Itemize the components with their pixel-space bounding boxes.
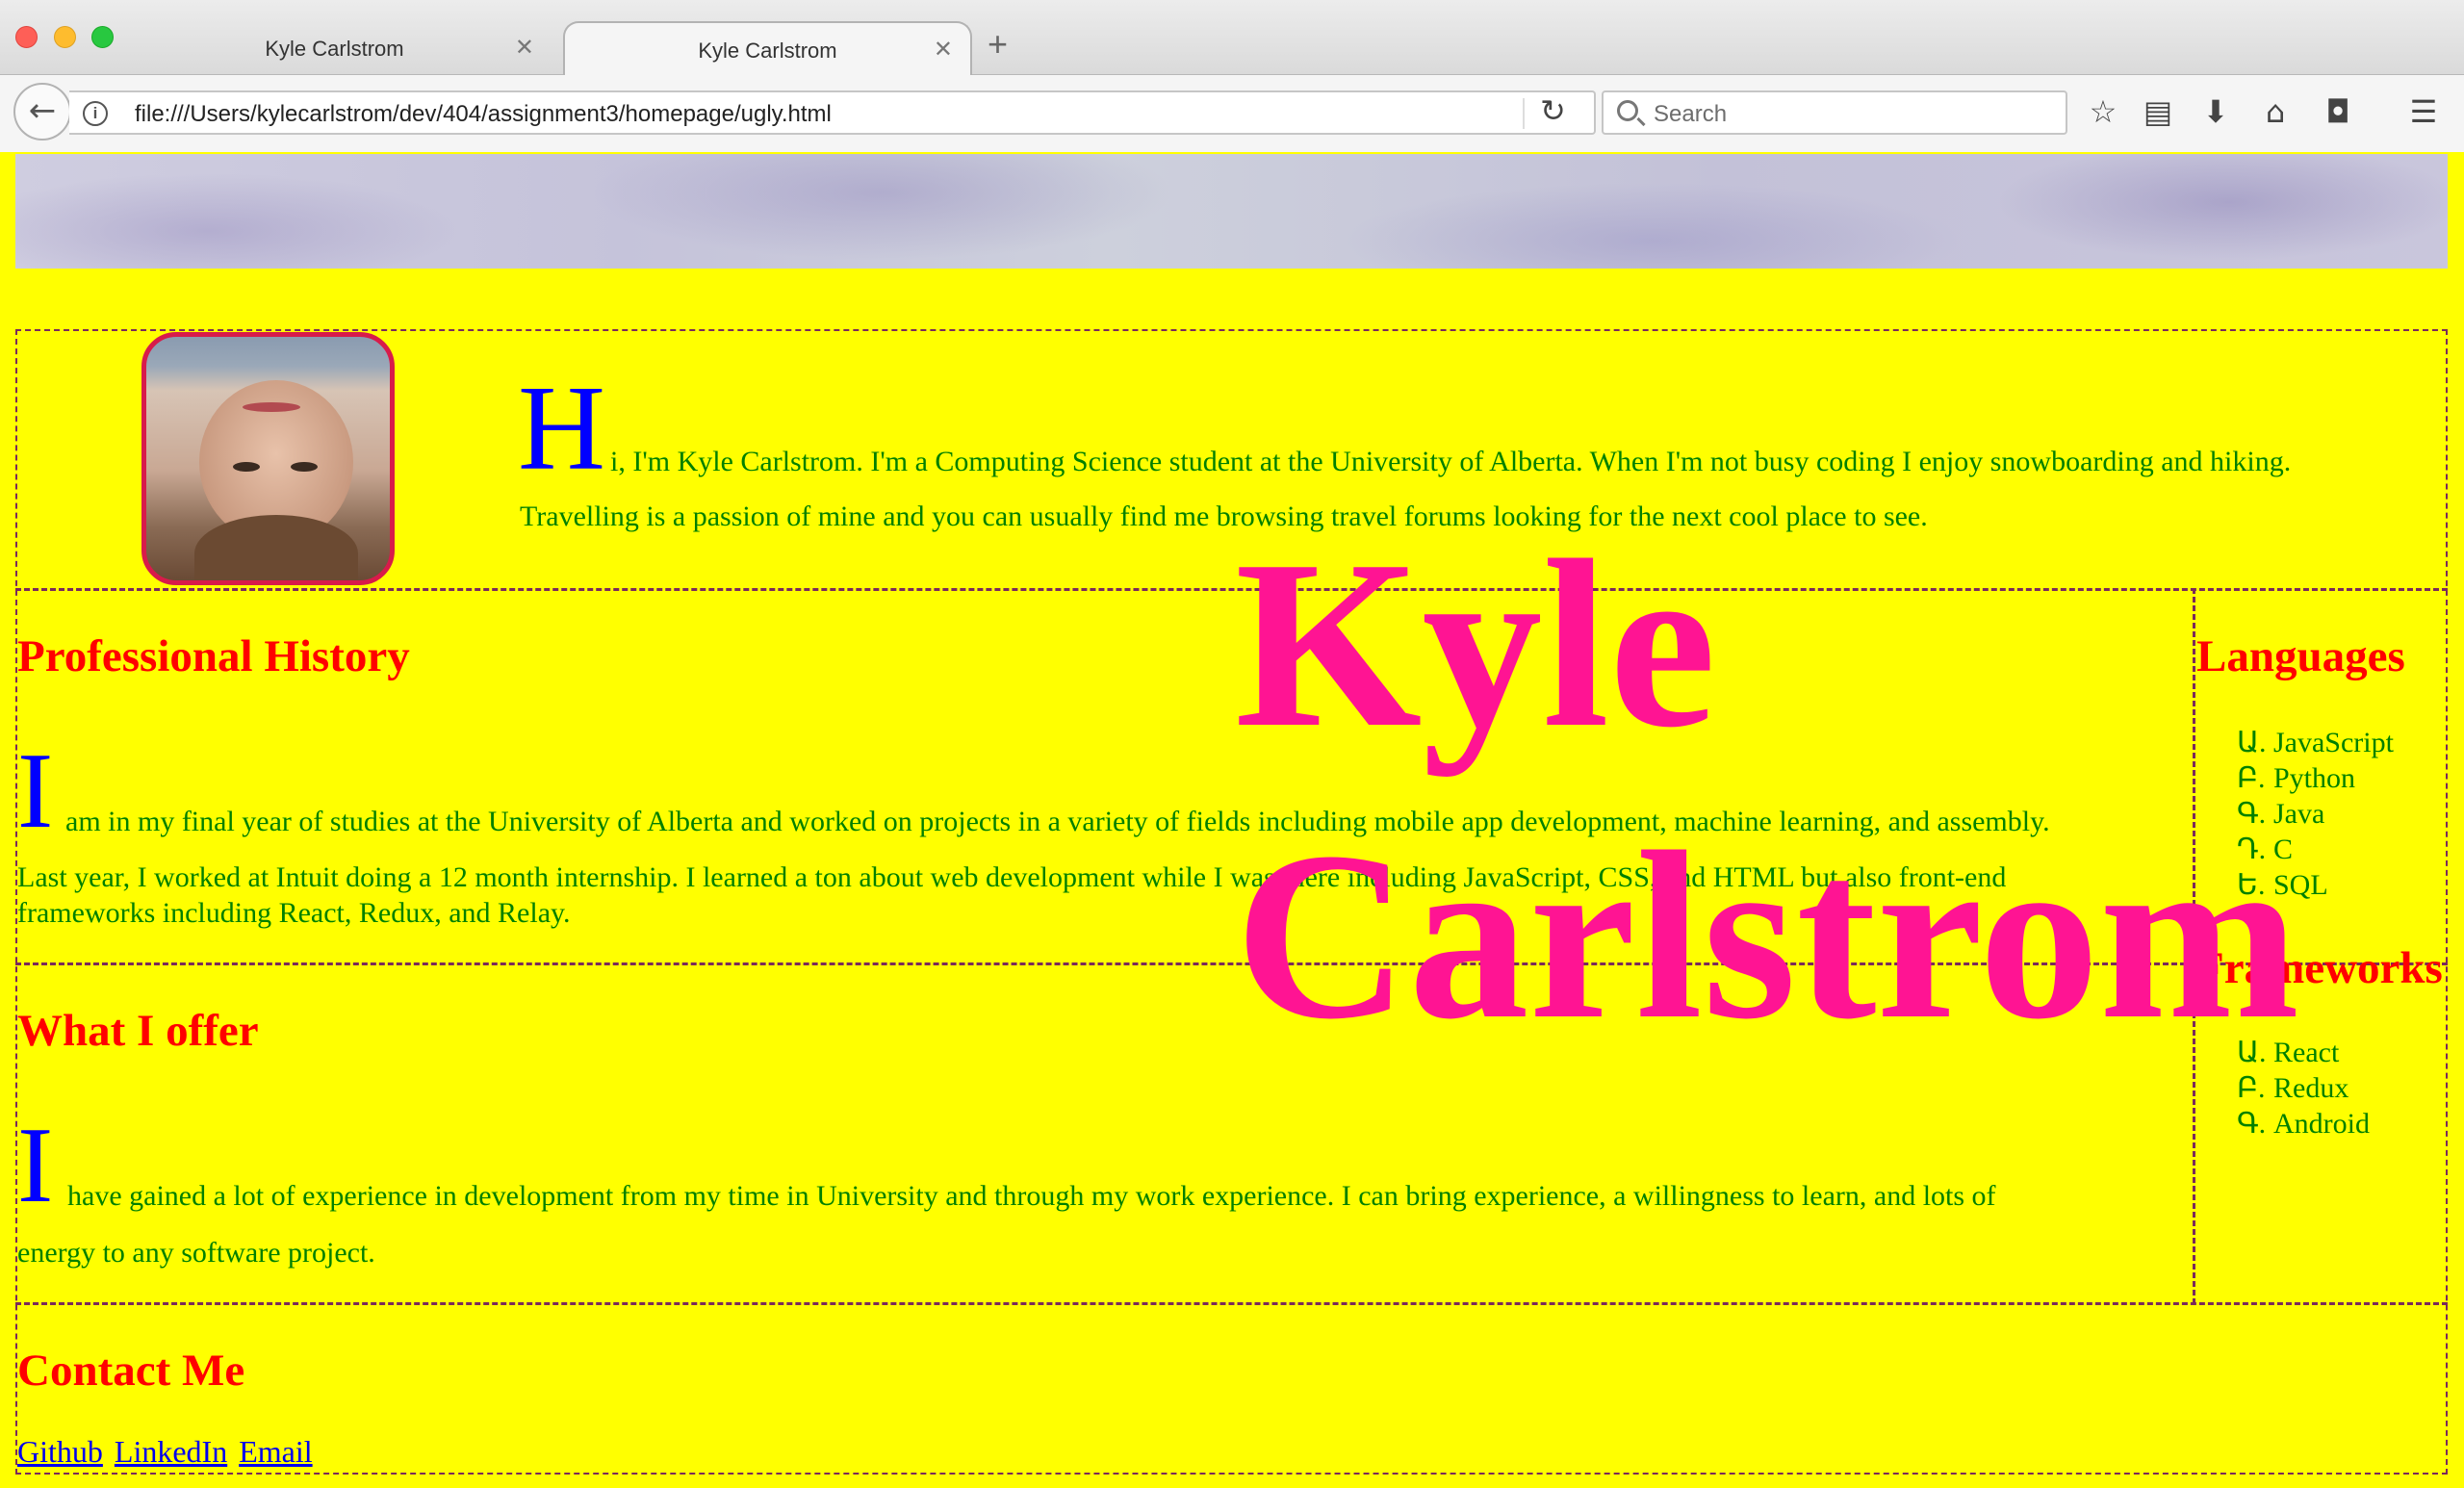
- contact-heading: Contact Me: [17, 1346, 245, 1396]
- list-item: Բ. Redux: [2237, 1070, 2370, 1106]
- offer-text-line: energy to any software project.: [17, 1237, 375, 1269]
- offer-dropcap: I: [17, 1106, 54, 1225]
- reading-list-icon[interactable]: ▤: [2137, 90, 2179, 133]
- tab-close-icon[interactable]: ✕: [515, 34, 534, 62]
- avatar-mouth: [243, 402, 300, 412]
- tab-close-icon[interactable]: ✕: [934, 36, 953, 64]
- search-icon: [1617, 100, 1638, 121]
- pocket-icon[interactable]: ◘: [2317, 90, 2359, 133]
- url-text[interactable]: file:///Users/kylecarlstrom/dev/404/assi…: [135, 101, 832, 128]
- home-icon[interactable]: ⌂: [2254, 90, 2297, 133]
- email-link[interactable]: Email: [239, 1434, 312, 1469]
- avatar-eye: [291, 462, 318, 472]
- linkedin-link[interactable]: LinkedIn: [115, 1434, 227, 1469]
- address-bar[interactable]: i file:///Users/kylecarlstrom/dev/404/as…: [69, 90, 1596, 135]
- browser-chrome: Kyle Carlstrom ✕ Kyle Carlstrom ✕ + ← i …: [0, 0, 2464, 152]
- list-item: Գ. Android: [2237, 1106, 2370, 1142]
- reload-icon[interactable]: ↻: [1540, 92, 1566, 129]
- search-input[interactable]: Search: [1602, 90, 2067, 135]
- minimize-window-button[interactable]: [54, 26, 76, 48]
- new-tab-plus-icon[interactable]: +: [988, 27, 1008, 62]
- list-marker: Բ.: [2237, 762, 2266, 794]
- name-title-last: Carlstrom: [1235, 803, 2300, 1069]
- professional-history-heading: Professional History: [17, 631, 410, 681]
- intro-text-line: i, I'm Kyle Carlstrom. I'm a Computing S…: [610, 446, 2292, 477]
- url-divider: [1523, 98, 1525, 129]
- search-placeholder: Search: [1654, 101, 1728, 127]
- title-bar: Kyle Carlstrom ✕ Kyle Carlstrom ✕ +: [0, 0, 2464, 75]
- tab-title: Kyle Carlstrom: [698, 38, 837, 63]
- avatar-hair: [194, 515, 358, 580]
- history-text-line: frameworks including React, Redux, and R…: [17, 897, 571, 929]
- avatar-eye: [233, 462, 260, 472]
- name-title-first: Kyle: [1235, 511, 1716, 778]
- contact-links: Github LinkedIn Email: [17, 1434, 317, 1470]
- zoom-window-button[interactable]: [91, 26, 114, 48]
- list-item: Բ. Python: [2237, 760, 2394, 796]
- tab-active[interactable]: Kyle Carlstrom ✕: [563, 21, 972, 75]
- intro-text-line: Travelling is a passion of mine and you …: [520, 500, 1928, 532]
- history-dropcap: I: [17, 731, 54, 851]
- back-arrow-icon[interactable]: ←: [13, 83, 71, 141]
- list-marker: Բ.: [2237, 1072, 2266, 1104]
- divider-offer: [15, 1302, 2448, 1305]
- languages-heading: Languages: [2196, 631, 2405, 681]
- avatar: [141, 332, 395, 585]
- close-window-button[interactable]: [15, 26, 38, 48]
- bookmark-star-icon[interactable]: ☆: [2082, 90, 2124, 133]
- download-icon[interactable]: ⬇: [2194, 90, 2237, 133]
- list-marker: Գ.: [2237, 1108, 2267, 1140]
- what-i-offer-heading: What I offer: [17, 1006, 259, 1056]
- info-icon[interactable]: i: [83, 101, 108, 126]
- list-marker: Ա.: [2237, 727, 2267, 758]
- list-item: Ա. JavaScript: [2237, 725, 2394, 760]
- divider-intro: [15, 588, 2448, 591]
- navigation-toolbar: ← i file:///Users/kylecarlstrom/dev/404/…: [0, 75, 2464, 152]
- list-item-label: JavaScript: [2273, 727, 2394, 758]
- github-link[interactable]: Github: [17, 1434, 103, 1469]
- list-item-label: Android: [2273, 1108, 2370, 1140]
- list-item-label: Redux: [2273, 1072, 2349, 1104]
- intro-dropcap: H: [518, 362, 605, 496]
- tab-title: Kyle Carlstrom: [265, 37, 404, 61]
- offer-text-line: have gained a lot of experience in devel…: [67, 1180, 1996, 1212]
- menu-icon[interactable]: ☰: [2402, 90, 2445, 133]
- list-item-label: Python: [2273, 762, 2356, 794]
- tab-inactive[interactable]: Kyle Carlstrom ✕: [154, 21, 553, 75]
- header-banner-image: [15, 154, 2448, 269]
